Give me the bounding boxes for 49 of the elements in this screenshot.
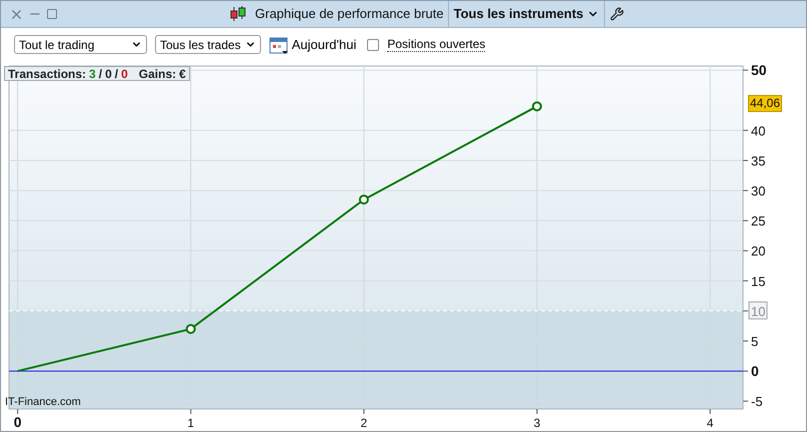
open-positions-label[interactable]: Positions ouvertes (387, 37, 486, 52)
data-point (358, 194, 369, 205)
x-tick-label: 1 (187, 408, 194, 430)
y-tick-label: 50 (742, 62, 767, 78)
y-tick-label: 10 (751, 304, 766, 319)
y-tick-label: 0 (751, 363, 759, 380)
x-tick-label: 4 (706, 408, 714, 430)
date-label: Aujourd'hui (292, 36, 356, 54)
y-tick-label: 35 (742, 153, 766, 168)
maximize-icon[interactable] (46, 8, 58, 20)
x-tick-label: 3 (534, 416, 541, 430)
y-tick-label: 10 (742, 301, 768, 320)
candlestick-icon (229, 5, 247, 23)
y-tick-label: 30 (742, 184, 766, 199)
calendar-icon[interactable] (268, 34, 289, 54)
trades-select[interactable]: Tous les trades (155, 35, 261, 54)
y-tick-label: -5 (742, 394, 763, 410)
data-point (532, 101, 542, 112)
open-positions-checkbox[interactable] (367, 38, 380, 50)
y-tick-label: 0 (742, 363, 759, 380)
transactions-summary: Transactions: 3 / 0 / 0 Gains: € (4, 66, 190, 81)
y-tick-label: -5 (751, 394, 763, 410)
settings-icon[interactable] (610, 7, 624, 21)
branding-label: IT-Finance.com (5, 397, 81, 408)
y-tick-label: 15 (742, 274, 766, 289)
x-tick-label: 1 (187, 416, 194, 430)
scope-select[interactable]: Tout le trading (14, 35, 147, 54)
y-tick-label: 30 (751, 184, 766, 199)
x-tick-label: 0 (14, 408, 22, 430)
current-value-label: 44,06 (748, 95, 782, 112)
data-point (186, 324, 196, 334)
x-tick-label: 3 (534, 408, 540, 430)
x-tick-label: 0 (14, 414, 22, 430)
y-tick-label: 35 (751, 153, 766, 168)
y-tick-label: 40 (751, 123, 766, 138)
instrument-dropdown[interactable]: Tous les instruments (448, 1, 606, 27)
x-tick-label: 4 (706, 416, 714, 430)
y-tick-label: 5 (751, 334, 758, 349)
y-tick-label: 20 (751, 244, 766, 259)
y-tick-label: 25 (742, 214, 766, 229)
y-tick-label: 25 (751, 214, 766, 229)
y-tick-label: 40 (742, 123, 766, 138)
x-tick-label: 2 (360, 416, 368, 430)
window-title: Graphique de performance brute (255, 5, 445, 24)
x-tick-label: 2 (360, 408, 368, 430)
y-tick-label: 50 (751, 62, 767, 78)
y-tick-label: 20 (742, 244, 766, 259)
y-tick-label: 5 (742, 334, 758, 349)
y-tick-label: 15 (751, 274, 766, 289)
